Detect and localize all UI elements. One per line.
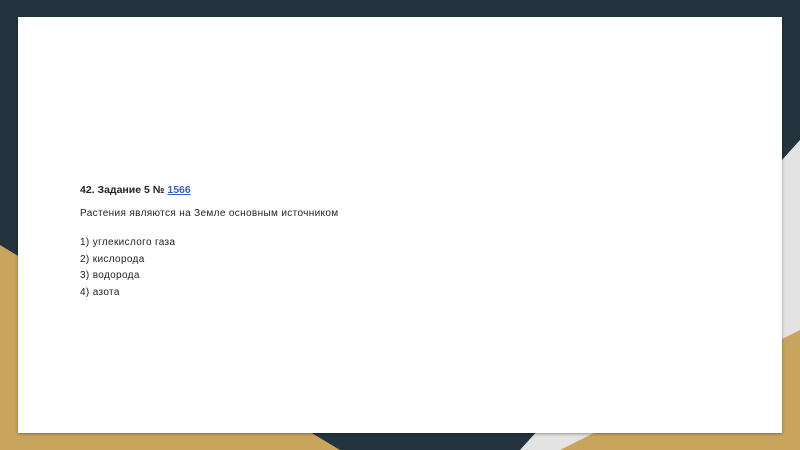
answer-option-4: 4) азота	[80, 286, 120, 298]
task-question: Растения являются на Земле основным исто…	[80, 208, 339, 219]
task-number-link[interactable]: 1566	[167, 184, 190, 196]
task-content: 42. Задание 5 № 1566 Растения являются н…	[80, 184, 680, 301]
task-heading-label: 42. Задание 5 №	[80, 184, 168, 196]
task-heading: 42. Задание 5 № 1566	[80, 184, 680, 197]
slide-card: 42. Задание 5 № 1566 Растения являются н…	[18, 17, 782, 433]
answer-option-1: 1) углекислого газа	[80, 237, 176, 248]
answer-options: 1) углекислого газа 2) кислорода 3) водо…	[80, 235, 680, 301]
answer-option-2: 2) кислорода	[80, 253, 145, 265]
answer-option-3: 3) водорода	[80, 270, 140, 281]
